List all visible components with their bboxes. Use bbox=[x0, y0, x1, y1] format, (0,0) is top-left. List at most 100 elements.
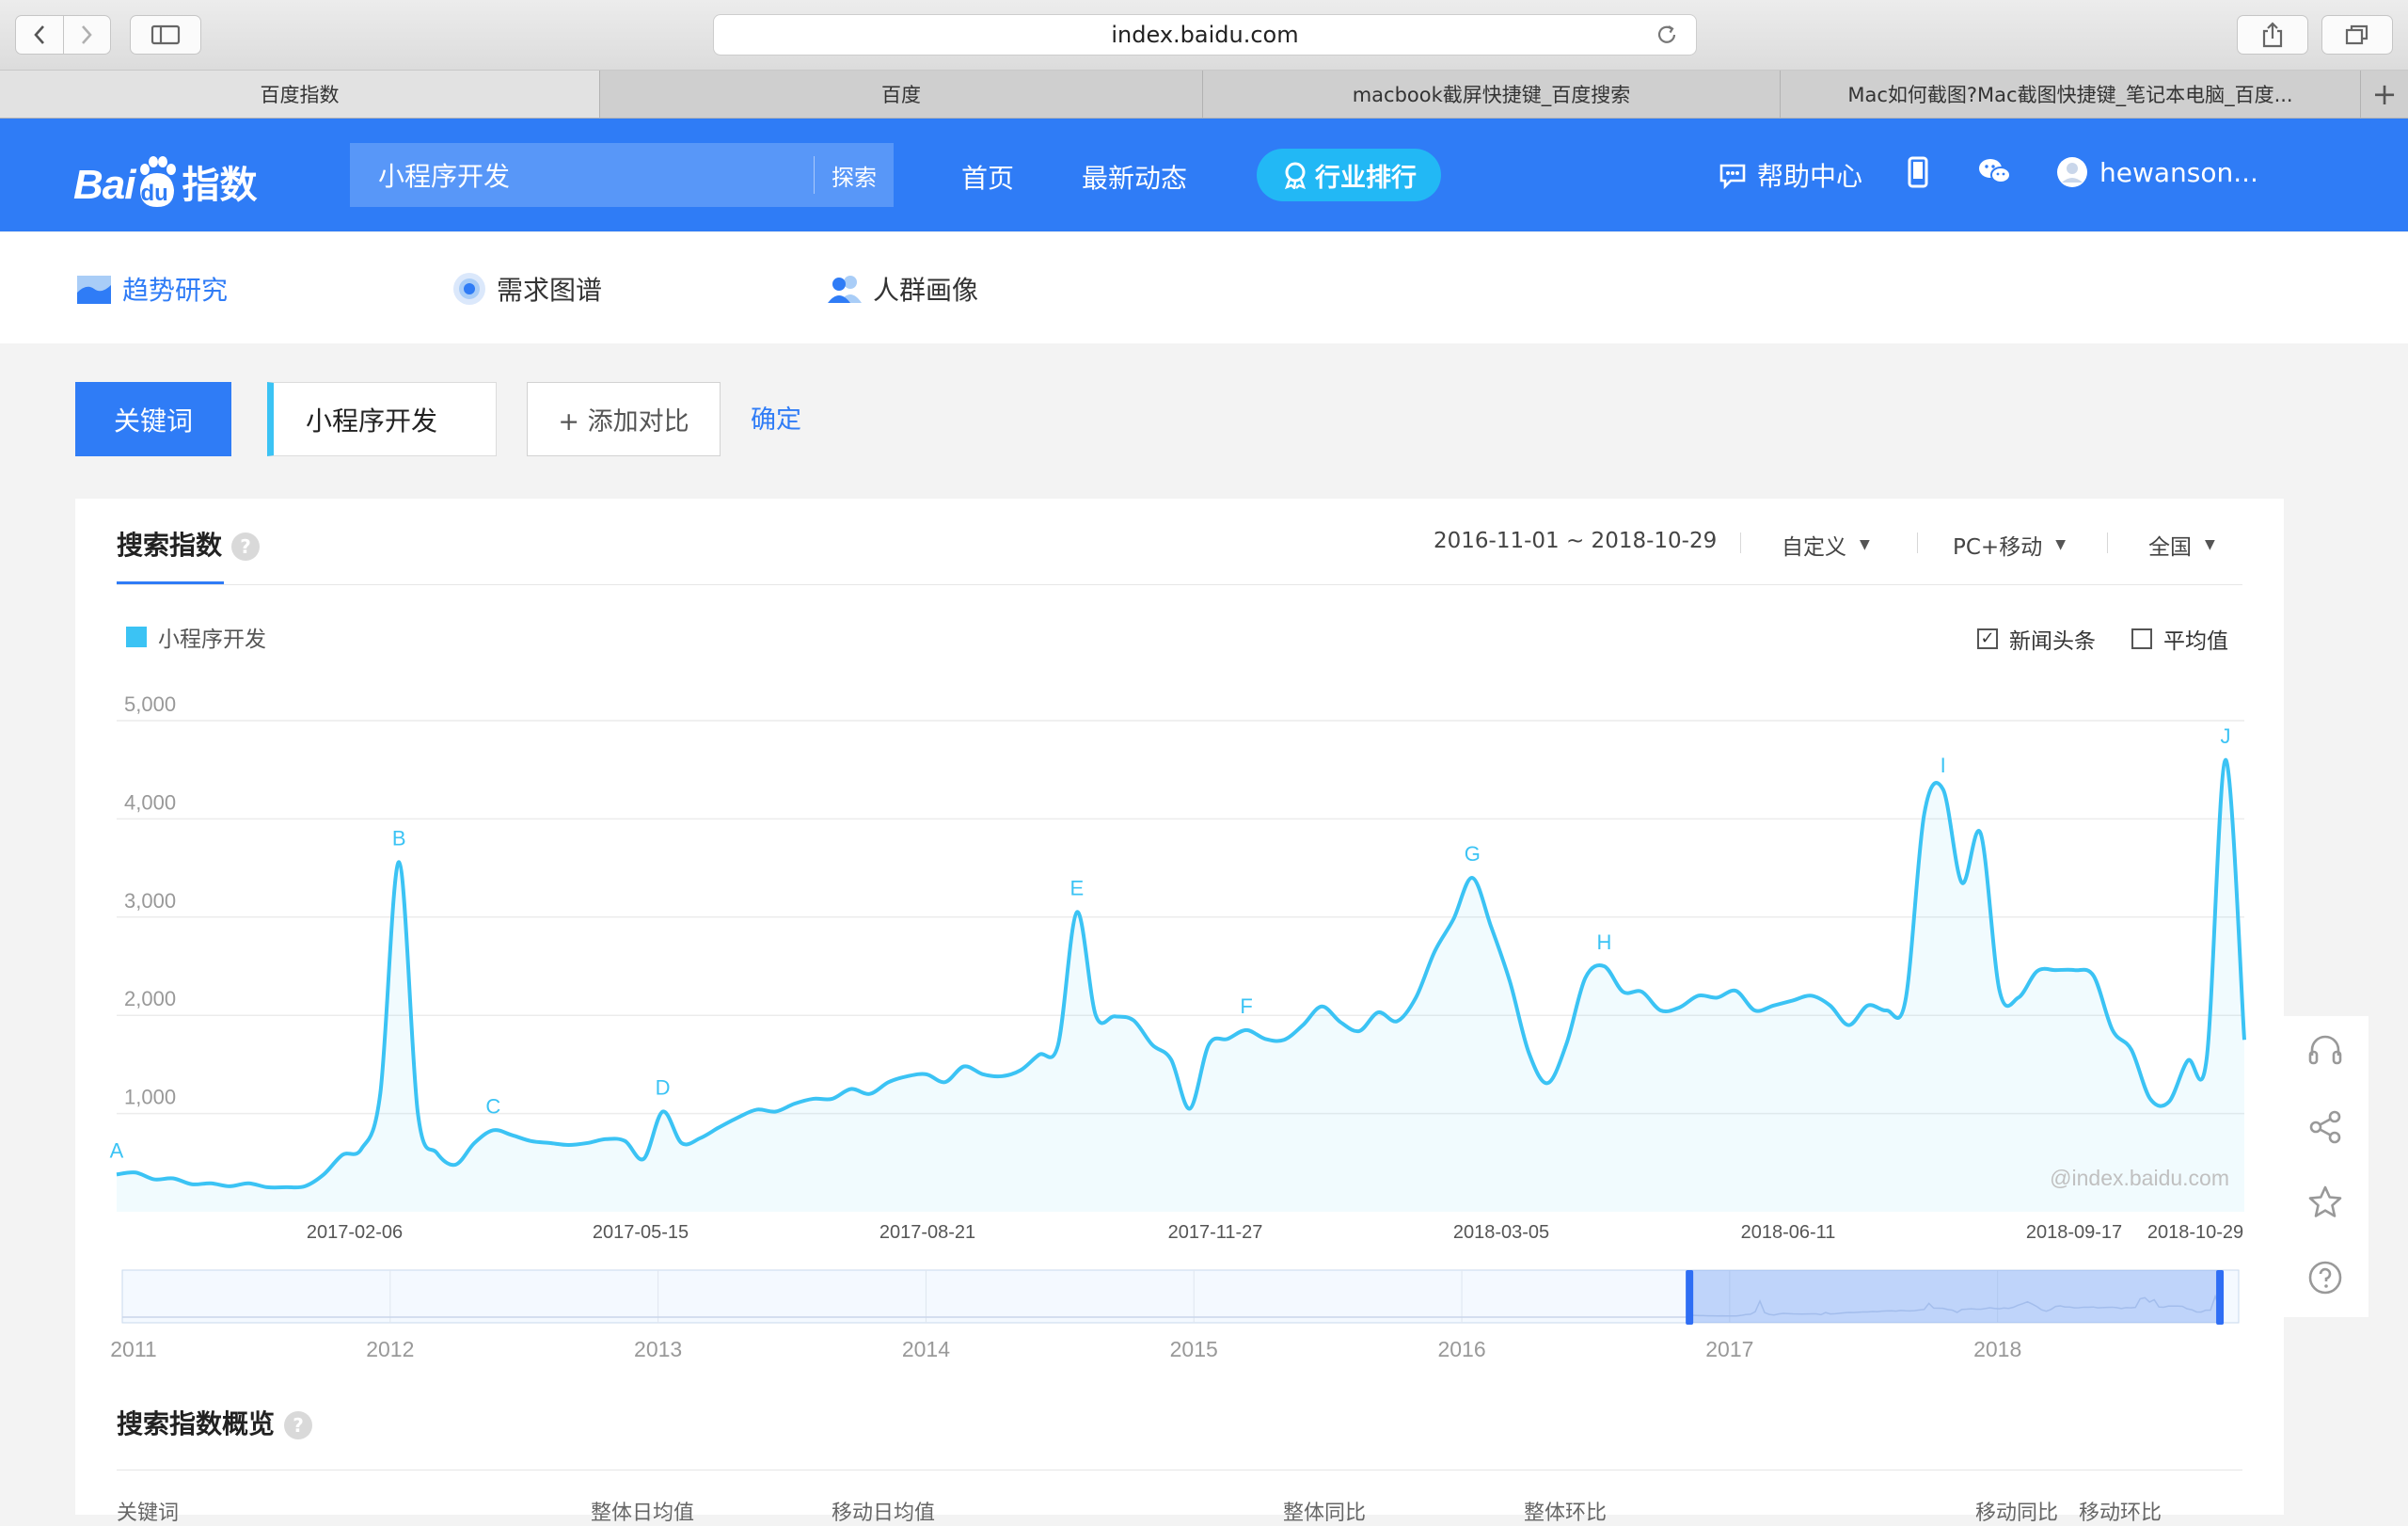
avatar-icon bbox=[2057, 157, 2087, 187]
news-point-d: D bbox=[656, 1076, 671, 1100]
trend-chart-icon bbox=[77, 276, 111, 304]
chevron-right-icon bbox=[82, 25, 92, 44]
nav-home[interactable]: 首页 bbox=[961, 158, 1014, 196]
y-tick-label: 4,000 bbox=[124, 790, 176, 814]
browser-toolbar: index.baidu.com bbox=[0, 0, 2408, 71]
search-input[interactable] bbox=[350, 142, 814, 208]
x-tick-label: 2017-05-15 bbox=[593, 1222, 689, 1243]
paw-icon: du bbox=[136, 156, 178, 209]
back-button[interactable] bbox=[16, 16, 63, 54]
watermark: @index.baidu.com bbox=[2050, 1166, 2229, 1190]
faq-button[interactable] bbox=[2305, 1257, 2346, 1298]
tabs-overview-button[interactable] bbox=[2321, 15, 2393, 55]
nav-latest[interactable]: 最新动态 bbox=[1082, 158, 1187, 196]
x-tick-label: 2017-08-21 bbox=[879, 1222, 975, 1243]
users-icon bbox=[828, 276, 862, 303]
tab-mac-screenshot[interactable]: Mac如何截图?Mac截图快捷键_笔记本电脑_百度... bbox=[1781, 71, 2361, 118]
share-nodes-icon bbox=[2309, 1110, 2341, 1144]
address-bar[interactable]: index.baidu.com bbox=[713, 14, 1697, 56]
overview-header-mobile-mom: 移动环比 bbox=[2079, 1502, 2162, 1525]
time-range-brush[interactable]: 2011 2012 2013 2014 2015 2016 2017 2018 bbox=[110, 1269, 2240, 1361]
tab-audience-portrait[interactable]: 人群画像 bbox=[826, 270, 978, 308]
brush-year-label: 2013 bbox=[634, 1337, 682, 1361]
favorite-button[interactable] bbox=[2305, 1182, 2346, 1223]
x-tick-label: 2017-02-06 bbox=[307, 1222, 403, 1243]
user-menu[interactable]: hewanson... bbox=[2056, 156, 2258, 188]
x-tick-label: 2018-09-17 bbox=[2026, 1222, 2122, 1243]
share-icon bbox=[2262, 22, 2283, 48]
news-point-g: G bbox=[1465, 842, 1481, 866]
brush-year-labels: 2011 2012 2013 2014 2015 2016 2017 2018 bbox=[110, 1337, 2021, 1361]
overview-header-mobile-yoy: 移动同比 bbox=[1975, 1502, 2059, 1525]
brush-year-label: 2018 bbox=[1973, 1337, 2021, 1361]
tabs-icon bbox=[2345, 24, 2368, 45]
y-axis-ticks: 5,000 4,000 3,000 2,000 1,000 bbox=[124, 692, 176, 1109]
question-circle-icon bbox=[2308, 1261, 2342, 1295]
industry-rank-label: 行业排行 bbox=[1315, 163, 1417, 193]
floating-tools bbox=[2284, 1016, 2368, 1317]
news-point-a: A bbox=[110, 1138, 124, 1162]
demand-graph-label: 需求图谱 bbox=[497, 275, 603, 306]
sidebar-toggle-button[interactable] bbox=[130, 15, 201, 55]
target-dot-icon bbox=[453, 273, 485, 305]
trophy-icon bbox=[1284, 162, 1307, 189]
y-tick-label: 1,000 bbox=[124, 1086, 176, 1109]
keyword-chip[interactable]: 小程序开发 bbox=[267, 382, 497, 456]
search-index-card: 搜索指数? 2016-11-01 ~ 2018-10-29 自定义 ▼ PC+移动… bbox=[75, 499, 2284, 1525]
wechat-button[interactable] bbox=[1977, 156, 2013, 186]
brush-year-label: 2012 bbox=[366, 1337, 414, 1361]
reload-icon[interactable] bbox=[1655, 23, 1679, 53]
new-tab-button[interactable]: + bbox=[2361, 71, 2408, 118]
search-button[interactable]: 探索 bbox=[815, 159, 894, 192]
x-tick-label: 2017-11-27 bbox=[1168, 1222, 1263, 1243]
news-point-e: E bbox=[1070, 877, 1085, 900]
back-forward-group bbox=[15, 15, 111, 55]
series-area bbox=[117, 759, 2244, 1212]
customer-service-button[interactable] bbox=[2305, 1031, 2346, 1073]
keyword-mode-button[interactable]: 关键词 bbox=[75, 382, 231, 456]
tab-baidu-index[interactable]: 百度指数 bbox=[0, 71, 600, 118]
add-compare-button[interactable]: + 添加对比 bbox=[527, 382, 721, 456]
help-center-label: 帮助中心 bbox=[1757, 161, 1863, 192]
brush-left-handle[interactable] bbox=[1686, 1270, 1694, 1325]
tab-baidu[interactable]: 百度 bbox=[600, 71, 1203, 118]
share-button[interactable] bbox=[2305, 1106, 2346, 1148]
overview-header-mobile-avg: 移动日均值 bbox=[832, 1502, 936, 1525]
wechat-icon bbox=[1979, 159, 2011, 183]
confirm-link[interactable]: 确定 bbox=[751, 399, 801, 436]
header-search: 探索 bbox=[350, 142, 894, 208]
brush-right-handle[interactable] bbox=[2216, 1270, 2225, 1325]
baidu-index-logo[interactable]: Bai du 指数 bbox=[73, 141, 257, 209]
tab-demand-graph[interactable]: 需求图谱 bbox=[452, 270, 602, 308]
mobile-app-button[interactable] bbox=[1906, 156, 1930, 188]
logo-text: Bai bbox=[73, 162, 135, 208]
headset-icon bbox=[2308, 1035, 2342, 1065]
news-point-c: C bbox=[485, 1094, 500, 1118]
forward-button[interactable] bbox=[62, 16, 111, 54]
brush-year-label: 2011 bbox=[110, 1337, 156, 1361]
overview-header-overall-mom: 整体环比 bbox=[1524, 1502, 1608, 1525]
brush-year-label: 2015 bbox=[1170, 1337, 1218, 1361]
overview-title: 搜索指数概览? bbox=[117, 1404, 313, 1441]
news-point-f: F bbox=[1240, 994, 1252, 1018]
industry-rank-button[interactable]: 行业排行 bbox=[1257, 149, 1441, 201]
search-index-chart[interactable]: 5,000 4,000 3,000 2,000 1,000 A B C D E F G H I J 201… bbox=[75, 499, 2284, 1383]
overview-header-keyword: 关键词 bbox=[117, 1502, 180, 1525]
url-text: index.baidu.com bbox=[1111, 22, 1299, 48]
phone-icon bbox=[1908, 156, 1928, 188]
overview-header-overall-avg: 整体日均值 bbox=[591, 1502, 695, 1525]
sub-navigation: 趋势研究 需求图谱 人群画像 bbox=[0, 232, 2408, 343]
tab-macbook-search[interactable]: macbook截屏快捷键_百度搜索 bbox=[1203, 71, 1781, 118]
help-question-icon[interactable]: ? bbox=[284, 1411, 313, 1439]
brush-year-label: 2016 bbox=[1437, 1337, 1485, 1361]
news-point-i: I bbox=[1941, 754, 1946, 777]
sidebar-icon bbox=[150, 24, 181, 45]
star-icon bbox=[2308, 1185, 2342, 1217]
help-center-link[interactable]: 帮助中心 bbox=[1718, 156, 1862, 194]
share-button[interactable] bbox=[2237, 15, 2308, 55]
y-tick-label: 3,000 bbox=[124, 889, 176, 913]
audience-portrait-label: 人群画像 bbox=[873, 275, 979, 306]
tab-bar: 百度指数 百度 macbook截屏快捷键_百度搜索 Mac如何截图?Mac截图快… bbox=[0, 71, 2408, 119]
brush-selection[interactable] bbox=[1689, 1270, 2221, 1323]
tab-trend-research[interactable]: 趋势研究 bbox=[75, 270, 228, 308]
